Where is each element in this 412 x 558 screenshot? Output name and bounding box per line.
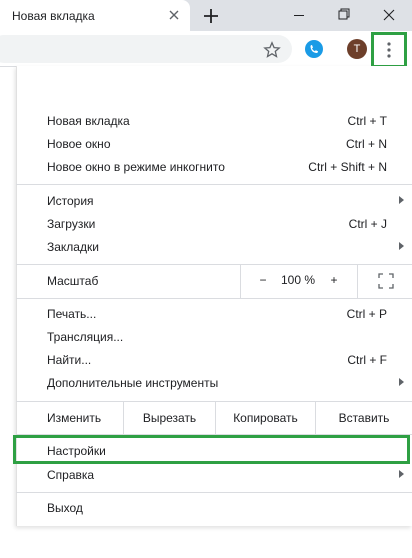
zoom-row: Масштаб − 100 % + [16, 264, 412, 298]
extension-icon[interactable] [304, 39, 324, 59]
menu-item-cast[interactable]: Трансляция... [16, 326, 412, 349]
submenu-arrow-icon [399, 242, 404, 250]
tab-new-tab[interactable]: Новая вкладка [0, 0, 190, 31]
menu-item-find[interactable]: Найти... Ctrl + F [16, 349, 412, 372]
menu-item-exit[interactable]: Выход [16, 497, 412, 520]
minimize-icon[interactable] [276, 0, 321, 31]
tab-strip: Новая вкладка [0, 0, 412, 31]
close-window-icon[interactable] [366, 0, 411, 31]
zoom-out-button[interactable]: − [256, 273, 270, 287]
restore-icon[interactable] [321, 0, 366, 31]
profile-avatar[interactable]: T [347, 39, 367, 59]
zoom-level: 100 % [280, 273, 316, 287]
submenu-arrow-icon [399, 378, 404, 386]
vertical-dots-icon [387, 42, 391, 58]
close-tab-icon[interactable] [166, 7, 182, 23]
menu-item-bookmarks[interactable]: Закладки [16, 236, 412, 259]
zoom-controls: − 100 % + [240, 264, 412, 298]
submenu-arrow-icon [399, 470, 404, 478]
submenu-arrow-icon [399, 196, 404, 204]
zoom-label: Масштаб [47, 274, 99, 288]
menu-button-highlighted[interactable] [371, 32, 407, 68]
edit-label: Изменить [47, 411, 102, 425]
menu-divider [16, 184, 412, 185]
menu-item-incognito[interactable]: Новое окно в режиме инкогнито Ctrl + Shi… [16, 156, 412, 179]
menu-item-print[interactable]: Печать... Ctrl + P [16, 303, 412, 326]
menu-item-downloads[interactable]: Загрузки Ctrl + J [16, 213, 412, 236]
menu-divider [16, 492, 412, 493]
new-tab-plus-icon[interactable] [201, 6, 221, 26]
paste-button[interactable]: Вставить [315, 402, 412, 434]
edit-row: Изменить Вырезать Копировать Вставить [16, 402, 412, 434]
menu-item-help[interactable]: Справка [16, 464, 412, 487]
address-bar[interactable] [0, 35, 292, 63]
copy-button[interactable]: Копировать [215, 402, 315, 434]
menu-item-history[interactable]: История [16, 190, 412, 213]
zoom-divider [357, 264, 358, 298]
fullscreen-icon[interactable] [377, 272, 395, 290]
bookmark-star-icon[interactable] [263, 41, 281, 59]
tab-title: Новая вкладка [12, 9, 95, 23]
menu-item-new-window[interactable]: Новое окно Ctrl + N [16, 133, 412, 156]
settings-highlight-box [13, 435, 410, 464]
menu-item-more-tools[interactable]: Дополнительные инструменты [16, 372, 412, 395]
menu-divider [16, 298, 412, 299]
zoom-in-button[interactable]: + [327, 273, 341, 287]
menu-item-new-tab[interactable]: Новая вкладка Ctrl + T [16, 110, 412, 133]
cut-button[interactable]: Вырезать [123, 402, 215, 434]
